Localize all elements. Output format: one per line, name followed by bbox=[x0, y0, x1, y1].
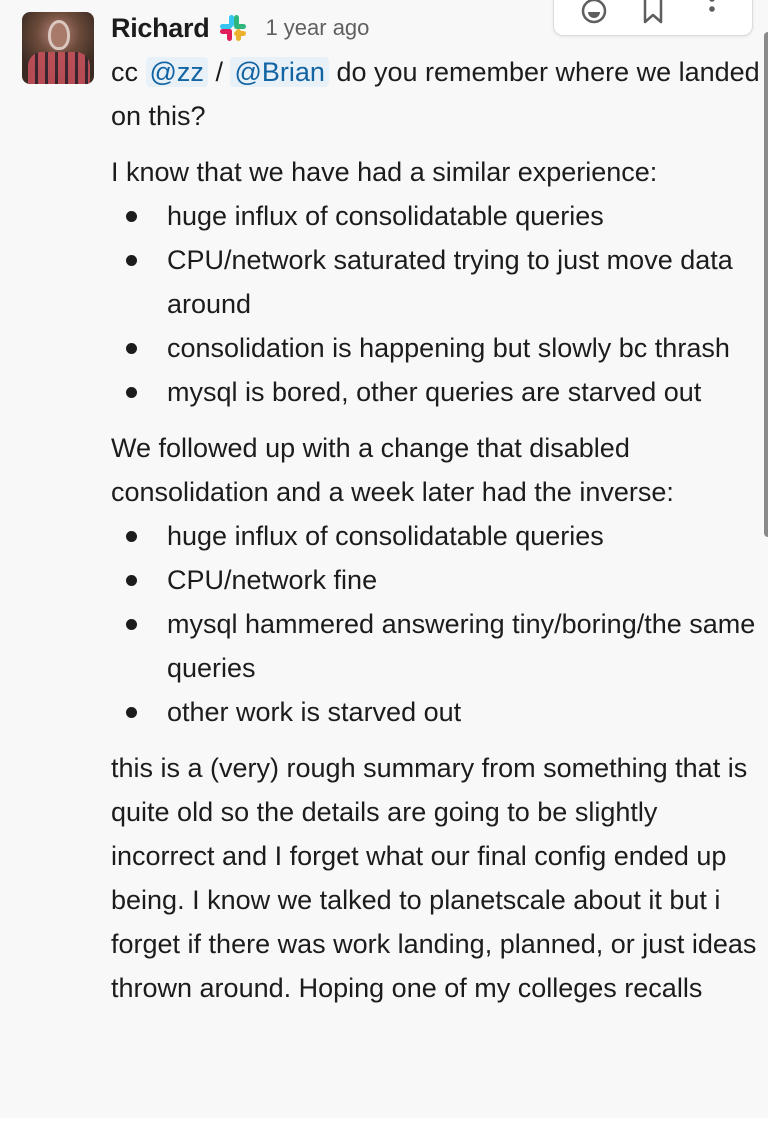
section-2-lead: We followed up with a change that disabl… bbox=[111, 433, 674, 507]
list-item: CPU/network fine bbox=[111, 558, 761, 602]
avatar-head-shape bbox=[48, 20, 70, 50]
save-for-later-button[interactable] bbox=[635, 0, 671, 29]
section-1-lead: I know that we have had a similar experi… bbox=[111, 157, 658, 187]
list-item: consolidation is happening but slowly bc… bbox=[111, 326, 761, 370]
section-1-list: huge influx of consolidatable queries CP… bbox=[111, 194, 761, 414]
list-item: mysql hammered answering tiny/boring/the… bbox=[111, 602, 761, 690]
scrollbar[interactable] bbox=[764, 32, 768, 537]
message-header: Richard 1 year ago bbox=[111, 10, 369, 46]
intro-suffix: do you remember where we landed on this? bbox=[111, 57, 760, 131]
more-actions-button[interactable] bbox=[694, 0, 730, 29]
list-item: huge influx of consolidatable queries bbox=[111, 514, 761, 558]
bookmark-icon bbox=[643, 0, 663, 24]
message-body: cc @zz / @Brian do you remember where we… bbox=[111, 50, 761, 1010]
intro-paragraph: cc @zz / @Brian do you remember where we… bbox=[111, 50, 761, 138]
mention-separator: / bbox=[215, 57, 223, 87]
list-item: mysql is bored, other queries are starve… bbox=[111, 370, 761, 414]
message-actions-toolbar bbox=[553, 0, 753, 36]
author-name[interactable]: Richard bbox=[111, 13, 210, 44]
closing-paragraph: this is a (very) rough summary from some… bbox=[111, 753, 757, 1003]
list-item: CPU/network saturated trying to just mov… bbox=[111, 238, 761, 326]
more-actions-icon bbox=[709, 0, 716, 12]
list-item: huge influx of consolidatable queries bbox=[111, 194, 761, 238]
section-2-list: huge influx of consolidatable queries CP… bbox=[111, 514, 761, 734]
avatar-shirt-shape bbox=[28, 52, 90, 84]
add-reaction-icon bbox=[581, 0, 606, 24]
mention-zz[interactable]: @zz bbox=[145, 57, 208, 87]
intro-prefix: cc bbox=[111, 57, 138, 87]
message-container: Richard 1 year ago cc @zz / @Brian do yo… bbox=[0, 0, 768, 1118]
slack-logo-icon bbox=[220, 15, 247, 41]
list-item: other work is starved out bbox=[111, 690, 761, 734]
avatar[interactable] bbox=[22, 12, 94, 84]
timestamp[interactable]: 1 year ago bbox=[265, 15, 369, 41]
mention-brian[interactable]: @Brian bbox=[230, 57, 329, 87]
add-reaction-button[interactable] bbox=[576, 0, 612, 29]
